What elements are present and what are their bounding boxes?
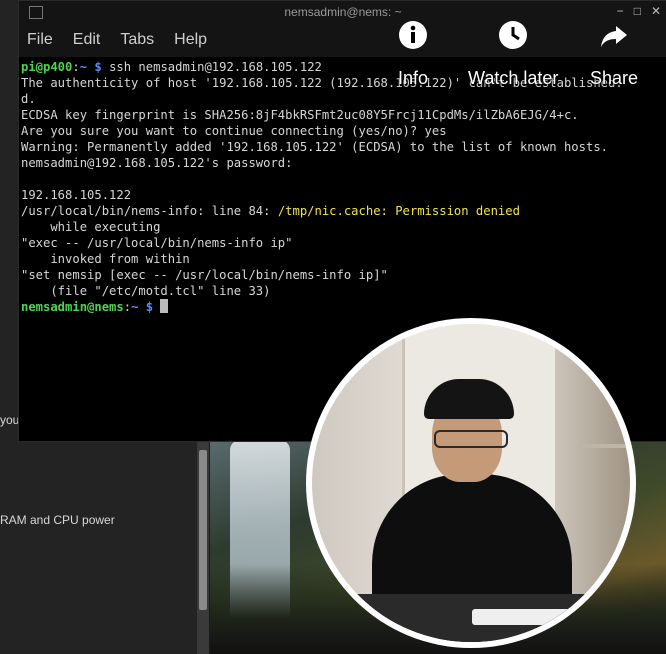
terminal-line: Are you sure you want to continue connec… — [21, 123, 665, 139]
terminal-icon — [29, 6, 43, 19]
terminal-text: nemsadmin@192.168.105.122's password: — [21, 156, 293, 170]
terminal-line: nemsadmin@nems:~ $ — [21, 299, 665, 315]
terminal-text: /usr/local/bin/nems-info: line 84: — [21, 204, 278, 218]
terminal-line: pi@p400:~ $ ssh nemsadmin@192.168.105.12… — [21, 59, 665, 75]
window-title: nemsadmin@nems: ~ — [284, 5, 402, 19]
share-icon — [601, 26, 628, 47]
terminal-text: ssh nemsadmin@192.168.105.122 — [109, 60, 322, 74]
terminal-line: invoked from within — [21, 251, 665, 267]
background-text-2: RAM and CPU power — [0, 513, 115, 527]
minimize-icon[interactable]: − — [617, 4, 624, 18]
terminal-text: Are you sure you want to continue connec… — [21, 124, 447, 138]
terminal-text: /tmp/nic.cache: Permission denied — [277, 204, 520, 218]
person-glasses — [434, 430, 508, 448]
terminal-text: while executing — [21, 220, 161, 234]
terminal-text: invoked from within — [21, 252, 190, 266]
webcam-overlay — [306, 318, 636, 648]
info-icon — [399, 21, 428, 49]
terminal-text: nemsadmin@nems — [21, 300, 124, 314]
terminal-text: ECDSA key fingerprint is SHA256:8jF4bkRS… — [21, 108, 579, 122]
background-scrollbar[interactable] — [197, 440, 209, 654]
watch-later-button[interactable]: Watch later — [468, 20, 558, 89]
terminal-line: 192.168.105.122 — [21, 187, 665, 203]
menu-bar: File Edit Tabs Help — [19, 23, 666, 57]
terminal-line: Warning: Permanently added '192.168.105.… — [21, 139, 665, 155]
menu-edit[interactable]: Edit — [73, 31, 101, 49]
terminal-line: /usr/local/bin/nems-info: line 84: /tmp/… — [21, 203, 665, 219]
terminal-text: pi@p400 — [21, 60, 73, 74]
text-cursor — [160, 299, 169, 313]
terminal-line: ECDSA key fingerprint is SHA256:8jF4bkRS… — [21, 107, 665, 123]
keyboard-graphic — [472, 609, 572, 625]
watch-later-label: Watch later — [468, 68, 559, 88]
menu-help[interactable]: Help — [174, 31, 207, 49]
terminal-text: : — [72, 60, 80, 74]
shelf-graphic — [582, 444, 630, 448]
terminal-text: : — [123, 300, 132, 314]
terminal-line: "exec -- /usr/local/bin/nems-info ip" — [21, 235, 665, 251]
terminal-text: "exec -- /usr/local/bin/nems-info ip" — [21, 236, 293, 250]
terminal-text: $ — [87, 60, 110, 74]
share-label: Share — [590, 68, 639, 88]
terminal-line: d. — [21, 91, 665, 107]
terminal-text: Warning: Permanently added '192.168.105.… — [21, 140, 608, 154]
menu-file[interactable]: File — [27, 31, 53, 49]
terminal-line: (file "/etc/motd.tcl" line 33) — [21, 283, 665, 299]
terminal-line: The authenticity of host '192.168.105.12… — [21, 75, 665, 91]
maximize-icon[interactable]: □ — [634, 4, 641, 18]
close-icon[interactable]: ✕ — [651, 4, 661, 18]
menu-tabs[interactable]: Tabs — [120, 31, 154, 49]
window-controls: − □ ✕ — [617, 4, 661, 18]
title-bar: nemsadmin@nems: ~ − □ ✕ — [19, 1, 666, 23]
terminal-line: "set nemsip [exec -- /usr/local/bin/nems… — [21, 267, 665, 283]
share-button[interactable]: Share — [590, 20, 638, 89]
terminal-line: nemsadmin@192.168.105.122's password: — [21, 155, 665, 171]
terminal-output[interactable]: pi@p400:~ $ ssh nemsadmin@192.168.105.12… — [19, 57, 666, 317]
terminal-text: d. — [21, 92, 36, 106]
info-label: Info — [398, 68, 429, 88]
terminal-line: while executing — [21, 219, 665, 235]
terminal-text: $ — [138, 300, 161, 314]
terminal-text: ~ — [79, 60, 88, 74]
info-button[interactable]: Info — [398, 20, 428, 89]
scrollbar-thumb[interactable] — [199, 450, 207, 610]
terminal-text: (file "/etc/motd.tcl" line 33) — [21, 284, 271, 298]
webcam-video — [312, 324, 630, 642]
background-text-1: you — [0, 413, 20, 427]
terminal-text: "set nemsip [exec -- /usr/local/bin/nems… — [21, 268, 388, 282]
clock-icon — [499, 21, 528, 49]
terminal-text: 192.168.105.122 — [21, 188, 132, 202]
